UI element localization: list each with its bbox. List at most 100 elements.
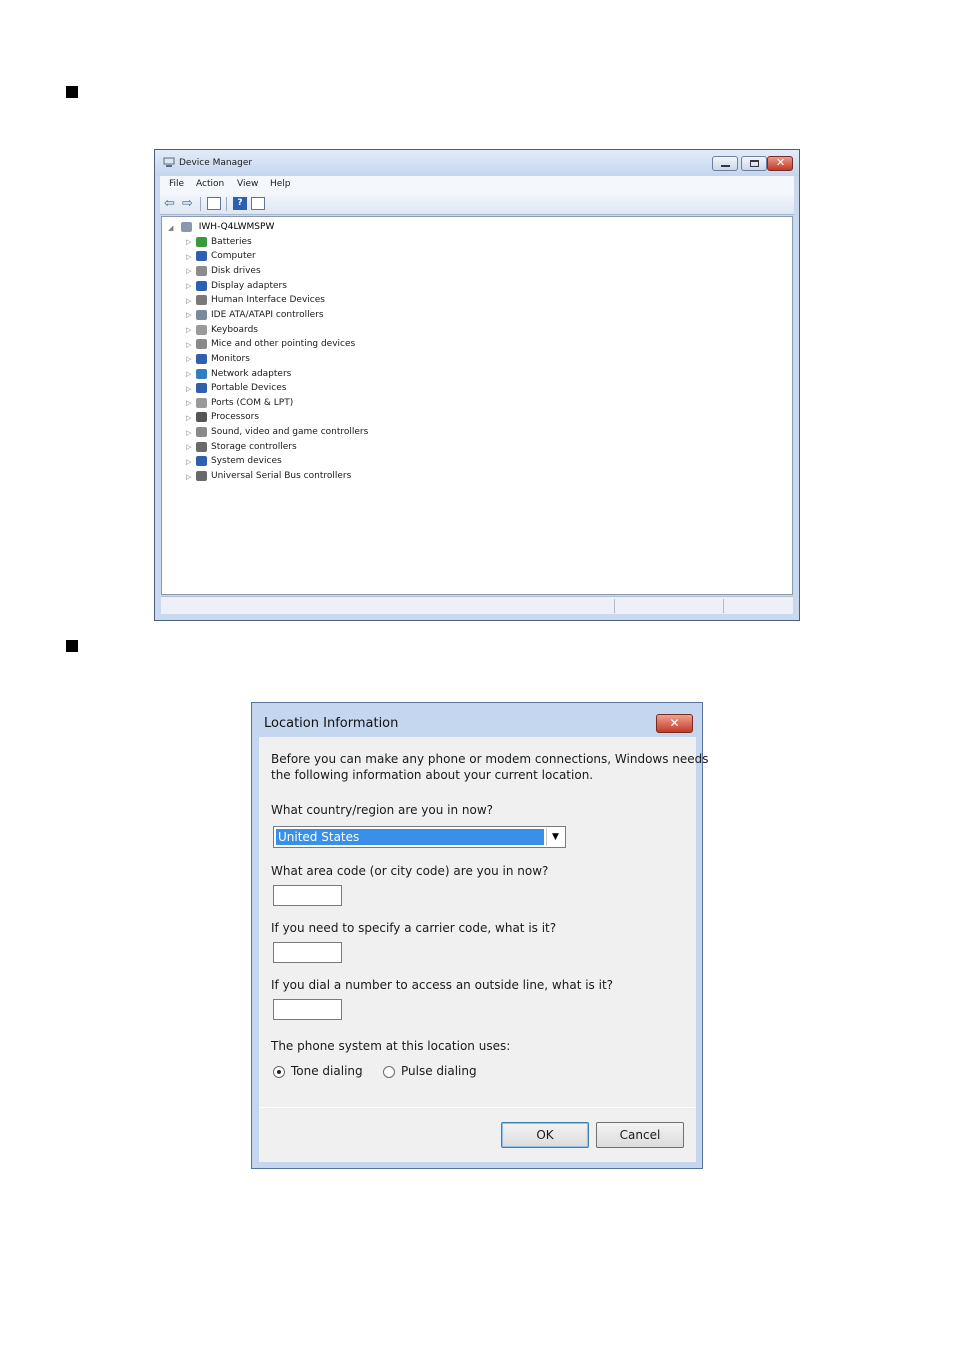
toolbar: ⇦ ⇨ ? [160,193,794,215]
back-arrow-icon[interactable]: ⇦ [164,197,178,210]
expand-icon[interactable]: ▷ [186,382,196,396]
tree-item-label: Sound, video and game controllers [211,427,369,438]
tree-item-label: IDE ATA/ATAPI controllers [211,309,324,320]
close-button[interactable]: ✕ [767,156,793,171]
minimize-icon [721,165,730,167]
tree-item[interactable]: ▷ Human Interface Devices [186,293,325,307]
tree-item[interactable]: ▷ Portable Devices [186,381,286,395]
dialog-title: Location Information [264,716,399,731]
expand-icon[interactable]: ▷ [186,367,196,381]
tree-item[interactable]: ▷ Monitors [186,352,250,366]
country-select[interactable]: United States ▼ [273,826,566,848]
radio-unselected-icon[interactable] [383,1065,395,1078]
tree-item[interactable]: ▷ Disk drives [186,264,261,278]
menu-view[interactable]: View [237,179,258,189]
processor-icon [196,412,207,423]
tree-item[interactable]: ▷ Sound, video and game controllers [186,425,368,439]
chevron-down-icon[interactable]: ▼ [546,828,564,846]
computer-icon [196,251,207,262]
cancel-button[interactable]: Cancel [596,1122,684,1148]
area-code-input[interactable] [273,885,342,906]
tree-item[interactable]: ▷ Computer [186,249,256,263]
menu-action[interactable]: Action [196,179,224,189]
menu-bar: File Action View Help [160,176,794,193]
expand-icon[interactable]: ▷ [186,426,196,440]
expand-icon[interactable]: ▷ [186,235,196,249]
pulse-dialing-label: Pulse dialing [401,1064,477,1078]
sound-icon [196,427,207,438]
expand-icon[interactable]: ▷ [186,396,196,410]
expand-icon[interactable]: ▷ [186,308,196,322]
toolbar-divider [226,197,227,211]
tree-item[interactable]: ▷ Ports (COM & LPT) [186,396,293,410]
expand-icon[interactable]: ▷ [186,470,196,484]
monitor-icon [196,353,207,364]
device-manager-titlebar[interactable]: Device Manager ✕ [155,150,799,176]
tree-item[interactable]: ▷ Universal Serial Bus controllers [186,469,351,483]
expand-icon[interactable]: ▷ [186,323,196,337]
country-label: What country/region are you in now? [271,803,494,817]
expand-icon[interactable]: ▷ [186,264,196,278]
tree-item[interactable]: ▷ Network adapters [186,367,291,381]
tree-root-node[interactable]: ◢ IWH-Q4LWMSPW [168,220,274,234]
ok-button[interactable]: OK [501,1122,589,1148]
expand-icon[interactable]: ▷ [186,250,196,264]
properties-icon[interactable] [207,197,221,210]
tree-item[interactable]: ▷ Display adapters [186,279,287,293]
bullet-marker [66,640,78,652]
port-icon [196,397,207,408]
tone-dialing-label: Tone dialing [291,1064,363,1078]
keyboard-icon [196,324,207,335]
dialog-close-button[interactable]: ✕ [656,714,693,733]
view-icon[interactable] [251,197,265,210]
expand-icon[interactable]: ▷ [186,352,196,366]
collapse-icon[interactable]: ◢ [168,221,178,235]
help-icon[interactable]: ? [233,197,247,210]
maximize-button[interactable] [741,156,767,171]
minimize-button[interactable] [712,156,738,171]
carrier-code-input[interactable] [273,942,342,963]
tree-item[interactable]: ▷ IDE ATA/ATAPI controllers [186,308,324,322]
status-divider [723,599,724,613]
dialog-titlebar[interactable]: Location Information ✕ [252,703,702,735]
tone-dialing-radio[interactable]: Tone dialing [273,1064,363,1078]
expand-icon[interactable]: ▷ [186,440,196,454]
outside-line-input[interactable] [273,999,342,1020]
expand-icon[interactable]: ▷ [186,455,196,469]
mouse-icon [196,339,207,350]
tree-item-label: Processors [211,412,260,423]
tree-root-label: IWH-Q4LWMSPW [198,222,275,232]
expand-icon[interactable]: ▷ [186,338,196,352]
expand-icon[interactable]: ▷ [186,294,196,308]
display-adapter-icon [196,280,207,291]
tree-item[interactable]: ▷ Storage controllers [186,440,297,454]
tree-item[interactable]: ▷ Processors [186,410,259,424]
disk-drive-icon [196,265,207,276]
tree-item-label: Human Interface Devices [211,295,325,306]
pulse-dialing-radio[interactable]: Pulse dialing [383,1064,477,1078]
battery-icon [196,236,207,247]
tree-item[interactable]: ▷ Keyboards [186,323,258,337]
storage-controller-icon [196,441,207,452]
close-icon: ✕ [669,716,680,730]
menu-help[interactable]: Help [270,179,291,189]
forward-arrow-icon[interactable]: ⇨ [182,197,196,210]
tree-item-label: Computer [211,251,256,262]
phone-system-label: The phone system at this location uses: [271,1039,511,1053]
menu-file[interactable]: File [169,179,184,189]
device-tree: ◢ IWH-Q4LWMSPW ▷ Batteries ▷ Computer ▷ Disk … [161,216,793,595]
tree-item[interactable]: ▷ System devices [186,454,282,468]
tree-item-label: Portable Devices [211,383,287,394]
tree-item[interactable]: ▷ Mice and other pointing devices [186,337,355,351]
tree-item[interactable]: ▷ Batteries [186,235,252,249]
ide-controller-icon [196,309,207,320]
status-bar [161,596,793,614]
radio-selected-icon[interactable] [273,1065,285,1078]
tree-item-label: System devices [211,456,282,467]
expand-icon[interactable]: ▷ [186,279,196,293]
tree-item-label: Ports (COM & LPT) [211,397,294,408]
intro-text-line2: the following information about your cur… [271,768,594,782]
expand-icon[interactable]: ▷ [186,411,196,425]
bullet-marker [66,86,78,98]
tree-item-label: Monitors [211,353,250,364]
